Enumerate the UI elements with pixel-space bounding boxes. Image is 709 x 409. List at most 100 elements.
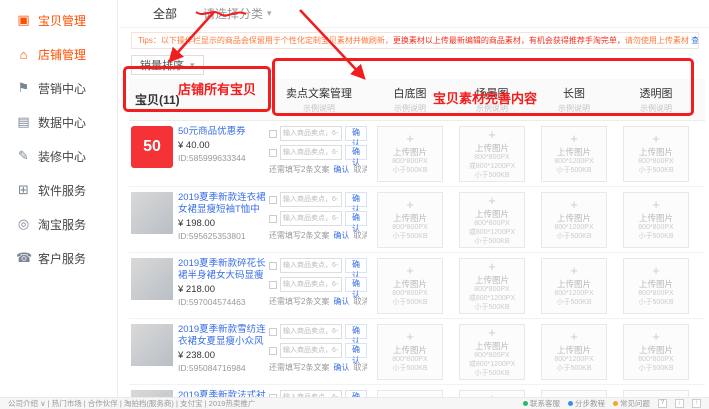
chart-icon: ▤ [16, 114, 31, 130]
selling-point-checkbox[interactable] [269, 215, 277, 223]
column-sub-transparent[interactable]: 示例说明 [615, 103, 697, 114]
selling-point-checkbox[interactable] [269, 328, 277, 336]
footer-item-label: 常见问题 [620, 398, 650, 409]
product-name-link[interactable]: 2019夏季新款碎花长裙半身裙女大码显瘦两件套 [178, 258, 269, 282]
upload-limit: 小于500KB [638, 233, 673, 242]
status-dot-icon [568, 401, 573, 406]
sidebar-item-taobao-service[interactable]: ◎ 淘宝服务 [0, 207, 117, 241]
upload-transparent-box[interactable]: +上传图片800*800PX小于500KB [623, 258, 689, 314]
selling-point-input[interactable] [280, 145, 342, 160]
upload-white-bg-box[interactable]: +上传图片800*800PX小于500KB [377, 258, 443, 314]
cancel-link[interactable]: 取消 [353, 164, 367, 175]
product-name-link[interactable]: 50元商品优惠券 [178, 126, 246, 138]
sort-dropdown[interactable]: 销量排序 ▾ [131, 55, 204, 75]
selling-point-input[interactable] [280, 258, 342, 273]
cancel-link[interactable]: 取消 [353, 230, 367, 241]
selling-point-checkbox[interactable] [269, 130, 277, 138]
column-sub-long[interactable]: 示例说明 [533, 103, 615, 114]
upload-label: 上传图片 [557, 146, 591, 158]
upload-scene-box[interactable]: +上传图片800*800PX或800*1200PX小于500KB [459, 126, 525, 182]
plus-icon: + [570, 264, 578, 277]
cancel-link[interactable]: 取消 [353, 362, 367, 373]
sidebar-item-marketing-center[interactable]: ⚑ 营销中心 [0, 71, 117, 105]
upload-long-box[interactable]: +上传图片800*1200PX小于500KB [541, 126, 607, 182]
upload-long-box[interactable]: +上传图片800*1200PX小于500KB [541, 324, 607, 380]
selling-point-checkbox[interactable] [269, 149, 277, 157]
help-icon[interactable]: ? [658, 399, 667, 408]
status-dot-icon [523, 401, 528, 406]
plus-icon: + [652, 198, 660, 211]
column-sub-scene[interactable]: 示例说明 [451, 103, 533, 114]
confirm-link[interactable]: 确认 [333, 362, 349, 373]
sidebar-item-data-center[interactable]: ▤ 数据中心 [0, 105, 117, 139]
selling-point-input[interactable] [280, 324, 342, 339]
footer-contact-service[interactable]: 联系客服 [523, 398, 560, 409]
column-sub-copy[interactable]: 示例说明 [269, 103, 369, 114]
upload-white-bg-box[interactable]: +上传图片800*800PX小于500KB [377, 126, 443, 182]
copy-note: 还需填写2条文案 [269, 164, 329, 175]
selling-point-input[interactable] [280, 343, 342, 358]
confirm-mini-button[interactable]: 确认 [345, 126, 367, 141]
upload-white-bg-box[interactable]: +上传图片800*800PX小于500KB [377, 192, 443, 248]
brush-icon: ✎ [16, 148, 31, 164]
selling-point-checkbox[interactable] [269, 262, 277, 270]
confirm-mini-button[interactable]: 确认 [345, 343, 367, 358]
upload-size: 或800*1200PX [469, 361, 515, 370]
confirm-mini-button[interactable]: 确认 [345, 324, 367, 339]
footer-tutorial[interactable]: 分步教程 [568, 398, 605, 409]
tab-all[interactable]: 全部 [153, 5, 177, 22]
product-name-link[interactable]: 2019夏季新款雪纺连衣裙女夏显瘦小众风裙女 [178, 324, 269, 348]
column-sub-white-bg[interactable]: 示例说明 [369, 103, 451, 114]
confirm-link[interactable]: 确认 [333, 296, 349, 307]
table-row: 2019夏季新款连衣裙女裙显瘦短袖T恤中长款 ¥ 198.00 ID:59562… [129, 187, 705, 253]
footer-faq[interactable]: 常见问题 [613, 398, 650, 409]
back-to-top-icon[interactable]: ↑ [692, 399, 701, 408]
selling-point-checkbox[interactable] [269, 347, 277, 355]
download-icon[interactable]: ↓ [675, 399, 684, 408]
upload-white-bg-box[interactable]: +上传图片800*800PX小于500KB [377, 324, 443, 380]
upload-scene-box[interactable]: +上传图片800*800PX或800*1200PX小于500KB [459, 324, 525, 380]
upload-limit: 小于500KB [638, 167, 673, 176]
upload-limit: 小于500KB [474, 172, 509, 181]
upload-label: 上传图片 [557, 344, 591, 356]
confirm-mini-button[interactable]: 确认 [345, 192, 367, 207]
selling-point-input[interactable] [280, 126, 342, 141]
confirm-mini-button[interactable]: 确认 [345, 258, 367, 273]
grid-icon: ⊞ [16, 182, 31, 198]
selling-point-input[interactable] [280, 211, 342, 226]
upload-limit: 小于500KB [392, 233, 427, 242]
category-dropdown[interactable]: 请选择分类 ▾ [203, 5, 272, 22]
confirm-mini-button[interactable]: 确认 [345, 211, 367, 226]
sidebar-item-product-manage[interactable]: ▣ 宝贝管理 [0, 3, 117, 37]
tips-detail-link[interactable]: 查看详情> [691, 36, 699, 45]
confirm-mini-button[interactable]: 确认 [345, 277, 367, 292]
upload-scene-box[interactable]: +上传图片800*800PX或800*1200PX小于500KB [459, 258, 525, 314]
tips-text: Tips：以下操作栏显示的商品会保留用于个性化定制宝贝素材并做刷新， [138, 36, 393, 45]
sidebar-item-customer-service[interactable]: ☎ 客户服务 [0, 241, 117, 275]
upload-transparent-box[interactable]: +上传图片800*800PX小于500KB [623, 126, 689, 182]
upload-long-box[interactable]: +上传图片800*1200PX小于500KB [541, 192, 607, 248]
upload-size: 800*800PX [474, 154, 509, 163]
upload-scene-box[interactable]: +上传图片800*800PX或800*1200PX小于500KB [459, 192, 525, 248]
upload-transparent-box[interactable]: +上传图片800*800PX小于500KB [623, 324, 689, 380]
sidebar-item-decoration-center[interactable]: ✎ 装修中心 [0, 139, 117, 173]
product-price: ¥ 218.00 [178, 284, 269, 295]
selling-point-checkbox[interactable] [269, 196, 277, 204]
footer-links[interactable]: 公司介绍 ∨ | 热门市场 | 合作伙伴 | 淘拍档(服务商) | 支付宝 | … [8, 398, 255, 409]
upload-size: 或800*1200PX [469, 295, 515, 304]
sidebar: ▣ 宝贝管理 ⌂ 店铺管理 ⚑ 营销中心 ▤ 数据中心 ✎ 装修中心 ⊞ 软件服… [0, 0, 118, 409]
upload-long-box[interactable]: +上传图片800*1200PX小于500KB [541, 258, 607, 314]
selling-point-checkbox[interactable] [269, 281, 277, 289]
plus-icon: + [406, 198, 414, 211]
confirm-link[interactable]: 确认 [333, 230, 349, 241]
upload-transparent-box[interactable]: +上传图片800*800PX小于500KB [623, 192, 689, 248]
selling-point-input[interactable] [280, 277, 342, 292]
product-name-link[interactable]: 2019夏季新款连衣裙女裙显瘦短袖T恤中长款 [178, 192, 269, 216]
confirm-link[interactable]: 确认 [333, 164, 349, 175]
sidebar-item-label: 数据中心 [38, 114, 86, 131]
selling-point-input[interactable] [280, 192, 342, 207]
confirm-mini-button[interactable]: 确认 [345, 145, 367, 160]
sidebar-item-software-service[interactable]: ⊞ 软件服务 [0, 173, 117, 207]
cancel-link[interactable]: 取消 [353, 296, 367, 307]
sidebar-item-shop-manage[interactable]: ⌂ 店铺管理 [0, 37, 117, 71]
